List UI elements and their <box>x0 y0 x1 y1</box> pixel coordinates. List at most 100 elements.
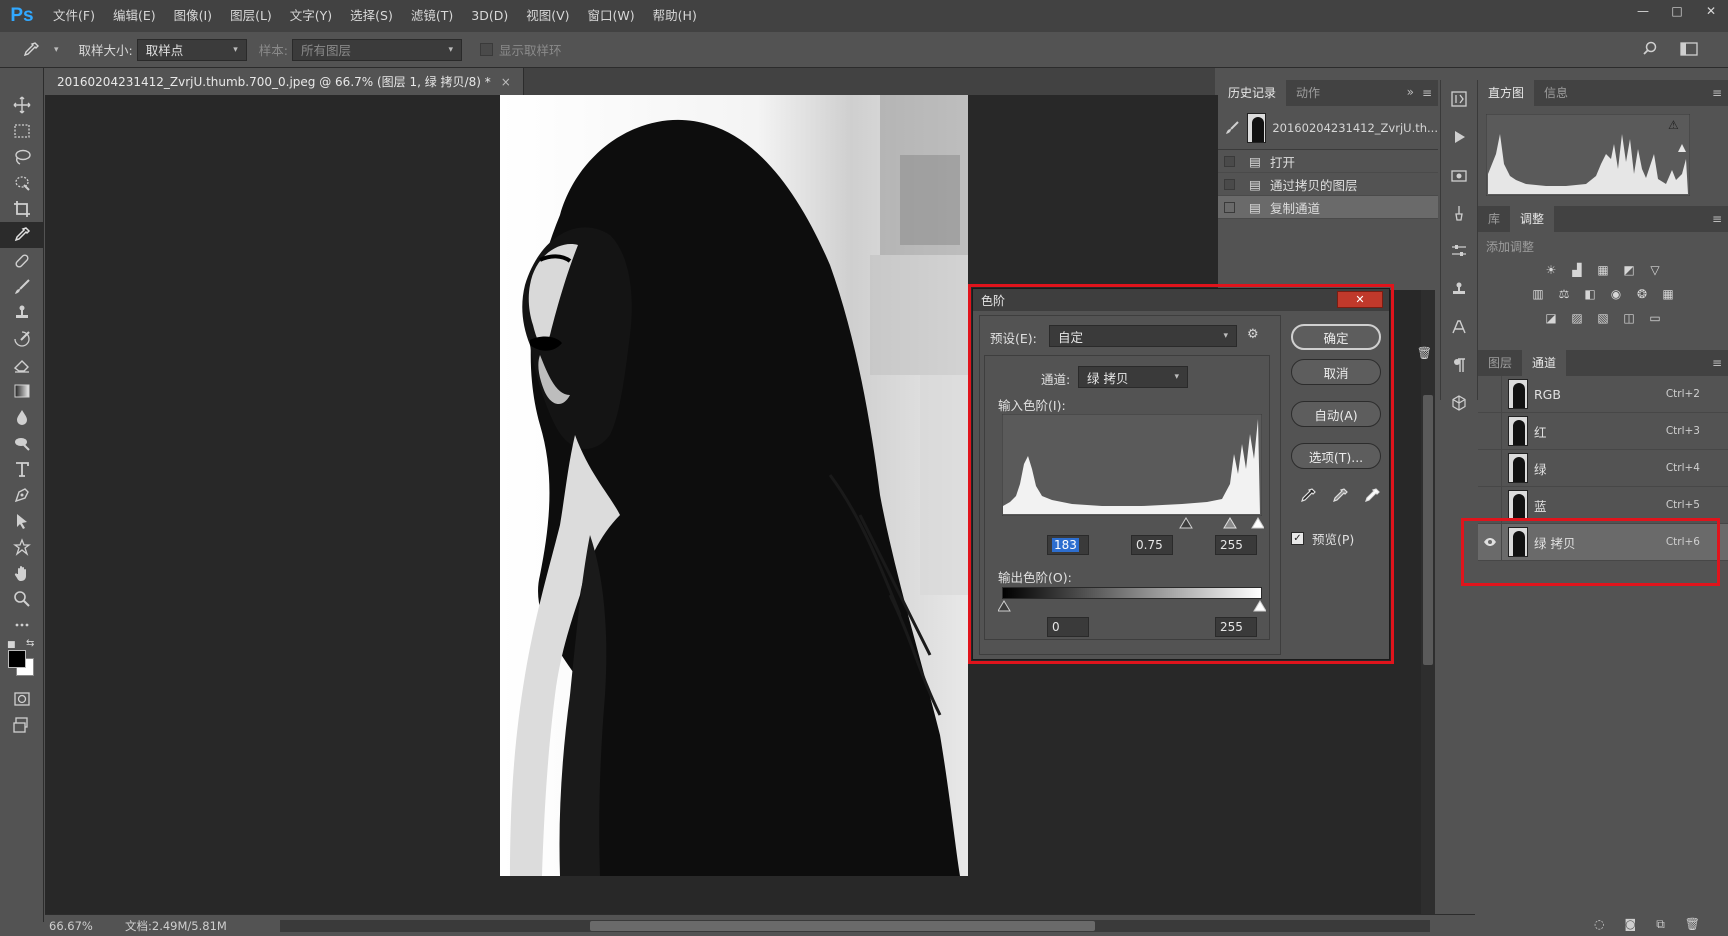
shape-tool-icon[interactable] <box>0 534 44 560</box>
more-tools-icon[interactable] <box>0 612 44 638</box>
menu-window[interactable]: 窗口(W) <box>579 0 644 32</box>
move-tool-icon[interactable] <box>0 92 44 118</box>
sample-select[interactable]: 所有图层 ▾ <box>291 38 462 61</box>
white-point-eyedropper-icon[interactable] <box>1363 487 1381 508</box>
output-black-field[interactable]: 0 <box>1047 617 1089 637</box>
actions-play-icon[interactable] <box>1441 118 1477 156</box>
search-icon[interactable] <box>1642 41 1658 60</box>
save-selection-icon[interactable]: ◙ <box>1625 917 1637 931</box>
zoom-level[interactable]: 66.67% <box>45 919 115 933</box>
history-snapshot[interactable]: 20160204231412_ZvrjU.th... <box>1218 106 1438 150</box>
dialog-close-button[interactable]: ✕ <box>1337 291 1383 308</box>
channel-row[interactable]: 红 Ctrl+3 <box>1478 412 1728 450</box>
hue-saturation-icon[interactable]: ▥ <box>1529 285 1547 303</box>
menu-help[interactable]: 帮助(H) <box>644 0 706 32</box>
menu-select[interactable]: 选择(S) <box>341 0 402 32</box>
input-histogram[interactable] <box>1002 414 1262 516</box>
history-panel-icon[interactable] <box>1441 80 1477 118</box>
screen-mode-icon[interactable] <box>0 712 44 738</box>
input-gamma-field[interactable]: 0.75 <box>1131 535 1173 555</box>
menu-file[interactable]: 文件(F) <box>44 0 104 32</box>
preview-checkbox[interactable]: ✓ <box>1291 532 1304 545</box>
input-white-field[interactable]: 255 <box>1215 535 1257 555</box>
type-tool-icon[interactable] <box>0 456 44 482</box>
input-black-field[interactable]: 183 <box>1047 535 1089 555</box>
document-tab[interactable]: 20160204231412_ZvrjU.thumb.700_0.jpeg @ … <box>45 68 524 95</box>
menu-type[interactable]: 文字(Y) <box>281 0 341 32</box>
black-point-eyedropper-icon[interactable] <box>1299 487 1317 508</box>
clone-source-icon[interactable] <box>1441 270 1477 308</box>
levels-icon[interactable]: ▟ <box>1568 261 1586 279</box>
history-source-checkbox[interactable] <box>1223 201 1235 213</box>
channel-select[interactable]: 绿 拷贝 ▾ <box>1078 366 1188 388</box>
marquee-tool-icon[interactable] <box>0 118 44 144</box>
minimize-button[interactable]: — <box>1626 0 1660 22</box>
new-channel-icon[interactable]: ⧉ <box>1656 917 1665 932</box>
pen-tool-icon[interactable] <box>0 482 44 508</box>
history-source-box[interactable] <box>1218 201 1240 213</box>
swap-colors-icon[interactable]: ⇆ <box>26 638 34 649</box>
quick-select-tool-icon[interactable] <box>0 170 44 196</box>
auto-button[interactable]: 自动(A) <box>1291 401 1381 427</box>
tab-library[interactable]: 库 <box>1478 206 1510 232</box>
vertical-scroll-thumb[interactable] <box>1423 395 1433 665</box>
dodge-tool-icon[interactable] <box>0 430 44 456</box>
hand-tool-icon[interactable] <box>0 560 44 586</box>
history-source-checkbox[interactable] <box>1223 155 1235 167</box>
panel-menu-icon[interactable]: ≡ <box>1712 86 1722 100</box>
tab-layers[interactable]: 图层 <box>1478 350 1522 376</box>
eye-icon[interactable] <box>1478 523 1502 561</box>
quick-mask-icon[interactable] <box>0 686 44 712</box>
tab-histogram[interactable]: 直方图 <box>1478 80 1535 106</box>
brightness-contrast-icon[interactable]: ☀ <box>1542 261 1560 279</box>
brushes-icon[interactable] <box>1441 194 1477 232</box>
channel-row-selected[interactable]: 绿 拷贝 Ctrl+6 <box>1478 523 1728 561</box>
zoom-tool-icon[interactable] <box>0 586 44 612</box>
delete-state-icon[interactable]: 🗑 <box>1417 346 1432 360</box>
preview-option[interactable]: ✓ 预览(P) <box>1291 529 1354 548</box>
selective-color-icon[interactable]: ◫ <box>1620 309 1638 327</box>
paragraph-icon[interactable] <box>1441 346 1477 384</box>
horizontal-scrollbar[interactable] <box>280 920 1430 932</box>
crop-tool-icon[interactable] <box>0 196 44 222</box>
tab-history[interactable]: 历史记录 <box>1218 80 1287 106</box>
history-source-box[interactable] <box>1218 178 1240 190</box>
menu-3d[interactable]: 3D(D) <box>462 0 517 32</box>
delete-channel-icon[interactable]: 🗑 <box>1685 917 1700 931</box>
options-button[interactable]: 选项(T)... <box>1291 443 1381 469</box>
input-sliders[interactable] <box>1002 516 1264 530</box>
expand-panel-icon[interactable]: » <box>1407 85 1414 99</box>
menu-edit[interactable]: 编辑(E) <box>104 0 165 32</box>
document-image[interactable] <box>500 95 968 876</box>
panel-menu-icon[interactable]: ≡ <box>1712 212 1722 226</box>
channel-row[interactable]: 绿 Ctrl+4 <box>1478 449 1728 487</box>
path-selection-tool-icon[interactable] <box>0 508 44 534</box>
black-white-icon[interactable]: ◧ <box>1581 285 1599 303</box>
vibrance-icon[interactable]: ▽ <box>1646 261 1664 279</box>
visibility-toggle[interactable] <box>1478 375 1502 413</box>
gradient-tool-icon[interactable] <box>0 378 44 404</box>
character-icon[interactable] <box>1441 308 1477 346</box>
tab-info[interactable]: 信息 <box>1534 80 1578 106</box>
blur-tool-icon[interactable] <box>0 404 44 430</box>
posterize-icon[interactable]: ▨ <box>1568 309 1586 327</box>
menu-view[interactable]: 视图(V) <box>517 0 578 32</box>
history-brush-source-icon[interactable] <box>1218 120 1247 136</box>
workspace-icon[interactable] <box>1680 41 1698 60</box>
gear-icon[interactable]: ⚙ <box>1247 327 1259 342</box>
brush-tool-icon[interactable] <box>0 274 44 300</box>
show-ring-checkbox[interactable] <box>479 43 493 56</box>
visibility-toggle[interactable] <box>1478 449 1502 487</box>
history-item[interactable]: ▤ 打开 <box>1218 150 1438 173</box>
horizontal-scroll-thumb[interactable] <box>590 921 1095 931</box>
history-item[interactable]: ▤ 通过拷贝的图层 <box>1218 173 1438 196</box>
channel-row[interactable]: RGB Ctrl+2 <box>1478 375 1728 413</box>
ok-button[interactable]: 确定 <box>1291 324 1381 350</box>
history-source-box[interactable] <box>1218 155 1240 167</box>
channel-row[interactable]: 蓝 Ctrl+5 <box>1478 486 1728 524</box>
maximize-button[interactable]: □ <box>1660 0 1694 22</box>
tab-adjustments[interactable]: 调整 <box>1510 206 1555 232</box>
adjustment-sliders-icon[interactable] <box>1441 232 1477 270</box>
lasso-tool-icon[interactable] <box>0 144 44 170</box>
close-tab-icon[interactable]: × <box>501 75 511 89</box>
